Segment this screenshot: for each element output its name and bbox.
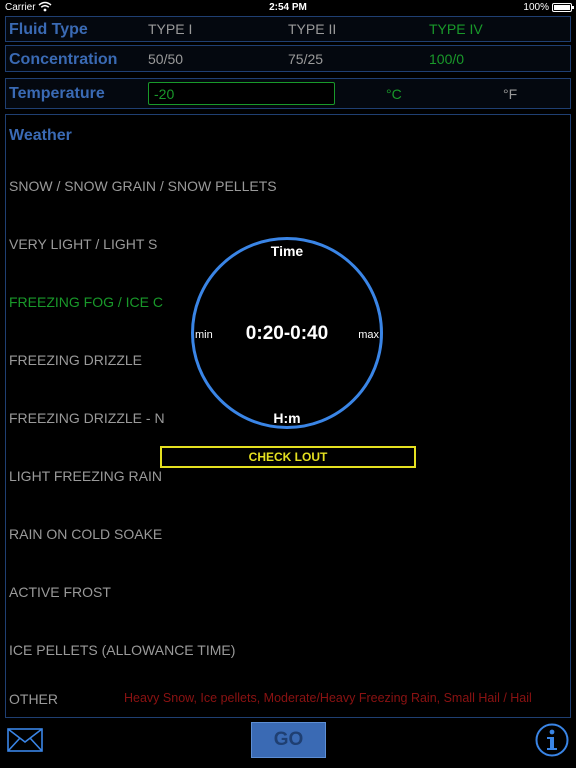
concentration-row: Concentration 50/50 75/25 100/0 [5, 45, 571, 72]
fluid-option-type-4[interactable]: TYPE IV [429, 21, 483, 37]
weather-item-rain-cold-soaked[interactable]: RAIN ON COLD SOAKE [9, 526, 162, 542]
weather-item-other[interactable]: OTHER [9, 691, 58, 707]
weather-item-ice-pellets[interactable]: ICE PELLETS (ALLOWANCE TIME) [9, 642, 235, 658]
weather-item-very-light-snow[interactable]: VERY LIGHT / LIGHT S [9, 236, 157, 252]
info-icon[interactable] [535, 723, 569, 757]
concentration-option-100-0[interactable]: 100/0 [429, 51, 464, 67]
dial-max-label: max [358, 329, 379, 341]
go-button[interactable]: GO [251, 722, 326, 758]
dial-unit-label: H:m [273, 410, 301, 426]
clock: 2:54 PM [269, 2, 307, 13]
weather-item-snow[interactable]: SNOW / SNOW GRAIN / SNOW PELLETS [9, 178, 277, 194]
other-conditions-note: Heavy Snow, Ice pellets, Moderate/Heavy … [124, 691, 532, 705]
unit-fahrenheit[interactable]: °F [503, 86, 517, 102]
concentration-label: Concentration [9, 51, 118, 68]
fluid-type-label: Fluid Type [9, 21, 88, 38]
fluid-option-type-2[interactable]: TYPE II [288, 21, 336, 37]
dial-title: Time [270, 243, 304, 259]
check-lout-button[interactable]: CHECK LOUT [160, 446, 416, 468]
temperature-input[interactable] [148, 82, 335, 105]
holdover-time-value: 0:20-0:40 [245, 323, 329, 344]
battery-percent: 100% [523, 2, 549, 13]
unit-celsius[interactable]: °C [386, 86, 402, 102]
temperature-row: Temperature °C °F [5, 78, 571, 109]
battery-icon [552, 3, 574, 12]
weather-item-light-freezing-rain[interactable]: LIGHT FREEZING RAIN [9, 468, 162, 484]
fluid-type-row: Fluid Type TYPE I TYPE II TYPE IV [5, 16, 571, 42]
holdover-time-dial: Time min 0:20-0:40 max H:m [191, 237, 383, 429]
weather-item-freezing-drizzle[interactable]: FREEZING DRIZZLE [9, 352, 142, 368]
mail-icon[interactable] [7, 728, 43, 752]
status-bar: Carrier 2:54 PM 100% [0, 0, 576, 16]
concentration-option-75-25[interactable]: 75/25 [288, 51, 323, 67]
weather-item-freezing-fog[interactable]: FREEZING FOG / ICE C [9, 294, 163, 310]
weather-item-freezing-drizzle-n[interactable]: FREEZING DRIZZLE - N [9, 410, 165, 426]
fluid-option-type-1[interactable]: TYPE I [148, 21, 192, 37]
weather-label: Weather [9, 127, 72, 144]
temperature-label: Temperature [9, 85, 105, 102]
weather-item-active-frost[interactable]: ACTIVE FROST [9, 584, 111, 600]
concentration-option-50-50[interactable]: 50/50 [148, 51, 183, 67]
